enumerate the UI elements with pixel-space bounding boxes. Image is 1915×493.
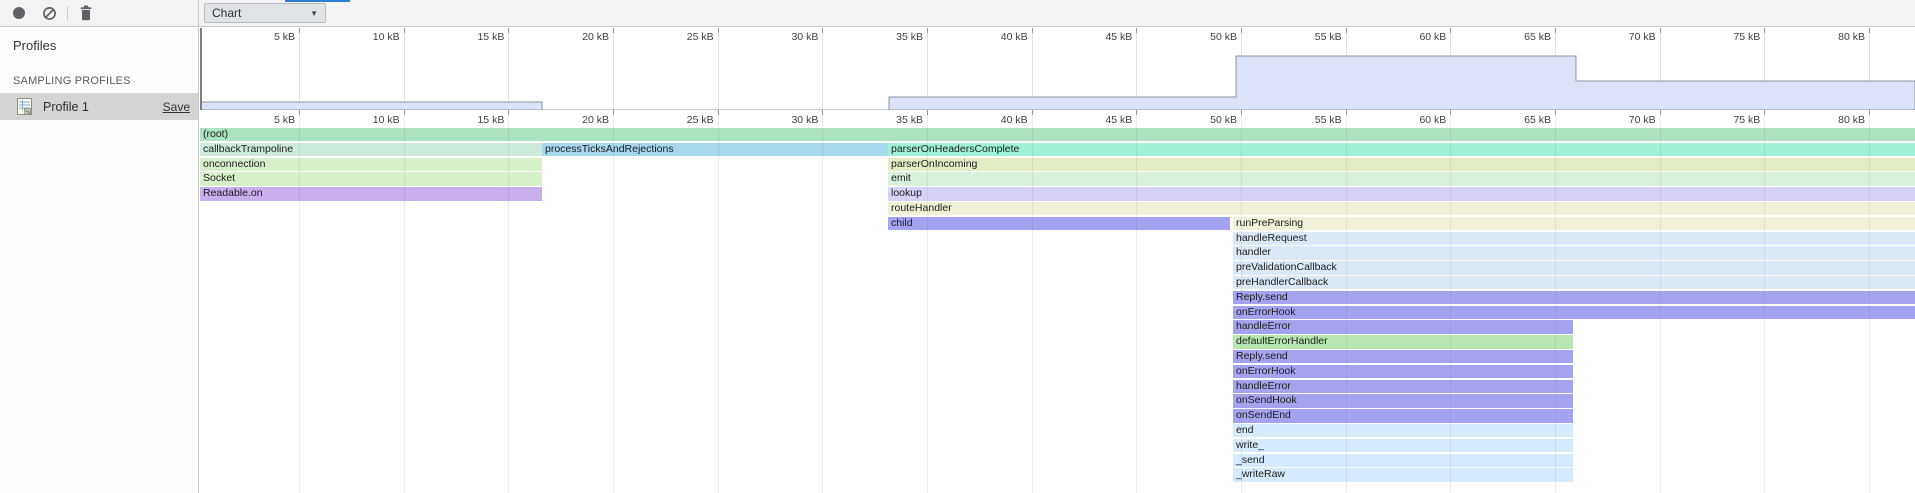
toolbar-separator xyxy=(67,6,68,21)
flame-ruler-tick xyxy=(1764,110,1765,115)
flame-frame[interactable]: onErrorHook xyxy=(1233,306,1915,319)
flame-ruler-tick xyxy=(1660,110,1661,115)
flame-ruler-tick xyxy=(1450,110,1451,115)
view-mode-value: Chart xyxy=(212,6,241,20)
flame-frame[interactable]: parserOnIncoming xyxy=(888,158,1915,171)
sampling-profiles-section-label: SAMPLING PROFILES xyxy=(0,53,198,93)
flame-frame[interactable]: handleError xyxy=(1233,320,1573,333)
flame-ruler-label: 30 kB xyxy=(758,114,818,126)
flame-ruler-tick xyxy=(718,110,719,115)
flame-ruler-tick xyxy=(1241,110,1242,115)
flame-ruler-label: 60 kB xyxy=(1386,114,1446,126)
view-mode-select[interactable]: Chart ▼ xyxy=(204,3,326,23)
flame-chart-pane: 5 kB 10 kB 15 kB 20 kB 25 kB 30 kB 35 kB 40 kB 4… xyxy=(200,28,1915,493)
heap-overview-pane[interactable]: 5 kB10 kB15 kB20 kB25 kB30 kB35 kB40 kB4… xyxy=(200,28,1915,110)
flame-ruler-label: 15 kB xyxy=(444,114,504,126)
flame-frame[interactable]: parserOnHeadersComplete xyxy=(888,143,1915,156)
flame-frame[interactable]: end xyxy=(1233,424,1573,437)
flame-ruler-tick xyxy=(299,110,300,115)
flame-frame[interactable]: runPreParsing xyxy=(1233,217,1915,230)
profile-name: Profile 1 xyxy=(43,100,163,114)
chevron-down-icon: ▼ xyxy=(310,9,318,18)
flame-ruler-tick xyxy=(822,110,823,115)
delete-profile-button[interactable] xyxy=(76,3,96,23)
flame-frame[interactable]: _writeRaw xyxy=(1233,468,1573,481)
flame-frame[interactable]: handleError xyxy=(1233,380,1573,393)
flame-frame[interactable]: defaultErrorHandler xyxy=(1233,335,1573,348)
record-button[interactable] xyxy=(9,3,29,23)
flame-ruler-tick xyxy=(1032,110,1033,115)
flame-frame[interactable]: handler xyxy=(1233,246,1915,259)
overview-window-left-handle[interactable] xyxy=(200,28,202,110)
flame-ruler-label: 55 kB xyxy=(1282,114,1342,126)
flame-ruler-label: 35 kB xyxy=(863,114,923,126)
flame-chart-ruler: 5 kB 10 kB 15 kB 20 kB 25 kB 30 kB 35 kB 40 kB 4… xyxy=(200,110,1915,128)
flame-frame[interactable]: _send xyxy=(1233,454,1573,467)
flame-ruler-label: 75 kB xyxy=(1700,114,1760,126)
flame-frame[interactable]: write_ xyxy=(1233,439,1573,452)
sidebar-heading: Profiles xyxy=(0,28,198,53)
flame-ruler-label: 40 kB xyxy=(968,114,1028,126)
flame-ruler-label: 50 kB xyxy=(1177,114,1237,126)
flame-frame[interactable]: child xyxy=(888,217,1230,230)
flame-ruler-label: 5 kB xyxy=(235,114,295,126)
flame-ruler-label: 20 kB xyxy=(549,114,609,126)
flame-frame[interactable]: onSendEnd xyxy=(1233,409,1573,422)
flame-ruler-label: 80 kB xyxy=(1805,114,1865,126)
flame-ruler-tick xyxy=(927,110,928,115)
flame-frame[interactable]: routeHandler xyxy=(888,202,1915,215)
flame-ruler-tick xyxy=(1346,110,1347,115)
heap-overview-area xyxy=(200,28,1915,110)
flame-ruler-tick xyxy=(613,110,614,115)
toolbar-left-group xyxy=(0,0,199,26)
flame-frame[interactable]: callbackTrampoline xyxy=(200,143,542,156)
flame-frame[interactable]: Readable.on xyxy=(200,187,542,200)
flame-frame[interactable]: onconnection xyxy=(200,158,542,171)
flame-ruler-tick xyxy=(404,110,405,115)
flame-frame[interactable]: lookup xyxy=(888,187,1915,200)
profiles-sidebar: Profiles SAMPLING PROFILES % Profile 1 S… xyxy=(0,28,199,493)
flame-ruler-tick xyxy=(1869,110,1870,115)
flame-frame[interactable]: Reply.send xyxy=(1233,350,1573,363)
flame-ruler-tick xyxy=(508,110,509,115)
block-icon xyxy=(42,6,57,21)
devtools-memory-panel: Chart ▼ Profiles SAMPLING PROFILES % Pro… xyxy=(0,0,1915,493)
flame-ruler-tick xyxy=(1555,110,1556,115)
clear-profiles-button[interactable] xyxy=(39,3,59,23)
flame-ruler-label: 10 kB xyxy=(340,114,400,126)
trash-icon xyxy=(79,5,93,21)
save-profile-link[interactable]: Save xyxy=(163,100,190,114)
record-icon xyxy=(13,7,25,19)
flame-frame[interactable]: preHandlerCallback xyxy=(1233,276,1915,289)
flame-frame[interactable]: processTicksAndRejections xyxy=(542,143,888,156)
flame-ruler-label: 70 kB xyxy=(1596,114,1656,126)
flame-frame[interactable]: preValidationCallback xyxy=(1233,261,1915,274)
flame-chart-rows: (root) callbackTrampolineprocessTicksAndR… xyxy=(200,128,1915,493)
flame-frame[interactable]: handleRequest xyxy=(1233,232,1915,245)
flame-ruler-label: 65 kB xyxy=(1491,114,1551,126)
active-tab-underline xyxy=(285,0,350,2)
flame-frame[interactable]: Reply.send xyxy=(1233,291,1915,304)
svg-text:%: % xyxy=(25,109,30,115)
flame-frame[interactable]: onErrorHook xyxy=(1233,365,1573,378)
flame-frame[interactable]: emit xyxy=(888,172,1915,185)
flame-frame[interactable]: (root) xyxy=(200,128,1915,141)
flame-ruler-label: 25 kB xyxy=(654,114,714,126)
sidebar-item-profile-1[interactable]: % Profile 1 Save xyxy=(0,93,198,120)
sampling-profile-icon: % xyxy=(16,98,33,115)
profiler-toolbar: Chart ▼ xyxy=(0,0,1915,27)
flame-frame[interactable]: Socket xyxy=(200,172,542,185)
flame-frame[interactable]: onSendHook xyxy=(1233,394,1573,407)
flame-ruler-label: 45 kB xyxy=(1072,114,1132,126)
flame-ruler-tick xyxy=(1136,110,1137,115)
